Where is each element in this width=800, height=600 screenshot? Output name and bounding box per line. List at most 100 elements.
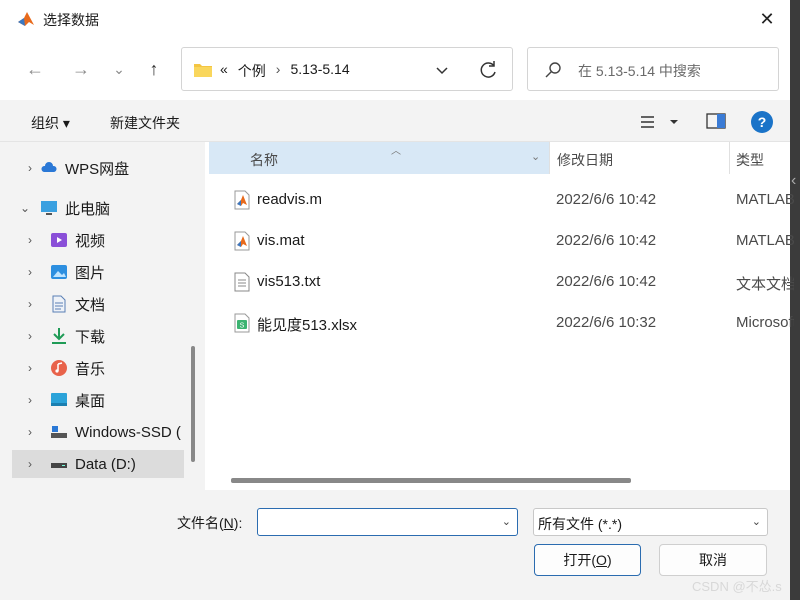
background-window-edge: ‹ (791, 172, 797, 189)
chevron-right-icon[interactable]: › (28, 329, 40, 343)
column-header-name[interactable]: 名称 (209, 142, 549, 174)
breadcrumb-overflow[interactable]: « (220, 61, 228, 81)
chevron-right-icon[interactable]: › (28, 297, 40, 311)
file-row[interactable]: vis.mat 2022/6/6 10:42 MATLAB (209, 223, 794, 259)
dialog-footer: 文件名(N): ⌄ 所有文件 (*.*) ⌄ 打开(O) 取消 (0, 490, 790, 600)
file-name: vis.mat (257, 232, 305, 249)
sidebar-item-data-drive[interactable]: › Data (D:) (12, 450, 184, 478)
up-button[interactable]: ↑ (140, 55, 168, 83)
column-filter-dropdown-icon[interactable]: ⌄ (531, 150, 540, 163)
sidebar-item-label: 桌面 (75, 392, 106, 410)
chevron-right-icon[interactable]: › (28, 161, 40, 175)
watermark: CSDN @不怂.s (692, 579, 782, 594)
sidebar-item-label: WPS网盘 (65, 160, 130, 178)
dialog-title: 选择数据 (43, 12, 99, 28)
cancel-button[interactable]: 取消 (659, 544, 767, 576)
sidebar-item-music[interactable]: › 音乐 (12, 354, 184, 382)
forward-button[interactable]: → (67, 55, 95, 83)
sidebar-item-label: 此电脑 (65, 200, 111, 218)
file-row[interactable]: vis513.txt 2022/6/6 10:42 文本文档 (209, 264, 794, 300)
chevron-right-icon[interactable]: › (28, 361, 40, 375)
file-open-dialog: 选择数据 ✕ ← → ⌄ ↑ « 个例 › 5.13-5.14 在 5.13-5… (0, 0, 794, 600)
file-date: 2022/6/6 10:42 (556, 191, 657, 208)
chevron-right-icon[interactable]: › (28, 233, 40, 247)
file-row[interactable]: S 能见度513.xlsx 2022/6/6 10:32 Microsoft (209, 305, 794, 341)
file-type: 文本文档 (736, 276, 794, 293)
file-row[interactable]: readvis.m 2022/6/6 10:42 MATLAB (209, 182, 794, 218)
music-icon (51, 360, 67, 376)
open-button[interactable]: 打开(O) (534, 544, 641, 576)
column-divider[interactable] (549, 142, 550, 174)
breadcrumb-separator-icon[interactable]: › (276, 61, 281, 81)
sidebar-item-pictures[interactable]: › 图片 (12, 258, 184, 286)
sidebar-item-label: 图片 (75, 264, 106, 282)
chevron-down-icon[interactable]: ⌄ (20, 201, 32, 215)
organize-button[interactable]: 组织 ▾ (31, 113, 70, 133)
chevron-down-icon: ⌄ (113, 60, 125, 77)
column-header-type[interactable]: 类型 (736, 150, 764, 170)
sidebar-item-downloads[interactable]: › 下载 (12, 322, 184, 350)
search-icon (545, 62, 561, 78)
new-folder-button[interactable]: 新建文件夹 (110, 113, 180, 133)
video-icon (51, 233, 67, 247)
close-button[interactable]: ✕ (744, 0, 790, 38)
breadcrumb-item[interactable]: 5.13-5.14 (290, 61, 349, 81)
back-arrow-icon: ← (26, 58, 44, 79)
chevron-right-icon[interactable]: › (28, 425, 40, 439)
matlab-file-icon (234, 231, 250, 251)
address-bar[interactable]: « 个例 › 5.13-5.14 (181, 47, 513, 91)
folder-icon (194, 64, 212, 77)
filetype-value: 所有文件 (*.*) (538, 516, 622, 532)
sidebar-item-wps-cloud[interactable]: › WPS网盘 (12, 154, 184, 182)
file-type: MATLAB (736, 191, 794, 208)
sidebar-item-label: Data (D:) (75, 455, 136, 473)
navigation-bar: ← → ⌄ ↑ « 个例 › 5.13-5.14 在 5.13-5.14 中搜索 (0, 38, 790, 100)
preview-pane-icon[interactable] (706, 113, 726, 129)
chevron-right-icon[interactable]: › (28, 265, 40, 279)
recent-locations-button[interactable]: ⌄ (105, 55, 133, 83)
filetype-select[interactable]: 所有文件 (*.*) ⌄ (533, 508, 768, 536)
sidebar-scrollbar[interactable] (191, 346, 195, 462)
file-name: vis513.txt (257, 273, 321, 290)
breadcrumb: « 个例 › 5.13-5.14 (220, 61, 350, 81)
navigation-pane: › WPS网盘 ⌄ 此电脑 › 视频 › 图片 › 文档 › 下载 › 音乐 ›… (0, 142, 200, 490)
view-options-icon[interactable] (640, 112, 684, 132)
cloud-icon (41, 162, 57, 172)
chevron-down-icon[interactable]: ⌄ (502, 515, 511, 528)
sidebar-item-windows-ssd[interactable]: › Windows-SSD ( (12, 418, 184, 446)
file-type: MATLAB (736, 232, 794, 249)
column-divider[interactable] (729, 142, 730, 174)
computer-icon (41, 201, 57, 215)
chevron-right-icon[interactable]: › (28, 393, 40, 407)
chevron-right-icon[interactable]: › (28, 457, 40, 471)
search-box[interactable]: 在 5.13-5.14 中搜索 (527, 47, 779, 91)
sidebar-item-label: 音乐 (75, 360, 106, 378)
filename-label: 文件名(N): (177, 515, 243, 531)
refresh-icon[interactable] (476, 58, 500, 82)
search-placeholder: 在 5.13-5.14 中搜索 (578, 63, 701, 79)
desktop-icon (51, 393, 67, 406)
sidebar-item-videos[interactable]: › 视频 (12, 226, 184, 254)
matlab-file-icon (234, 190, 250, 210)
column-name-label: 名称 (250, 152, 278, 168)
sidebar-item-desktop[interactable]: › 桌面 (12, 386, 184, 414)
sidebar-item-label: 视频 (75, 232, 106, 250)
horizontal-scrollbar[interactable] (231, 478, 631, 483)
file-date: 2022/6/6 10:42 (556, 273, 657, 290)
column-headers: 名称 ︿ ⌄ 修改日期 类型 (209, 142, 790, 174)
filename-input[interactable]: ⌄ (257, 508, 518, 536)
back-button[interactable]: ← (21, 55, 49, 83)
excel-file-icon: S (234, 313, 250, 333)
file-name: 能见度513.xlsx (257, 317, 358, 334)
breadcrumb-item[interactable]: 个例 (238, 61, 266, 81)
help-button[interactable]: ? (751, 111, 773, 133)
column-header-date[interactable]: 修改日期 (557, 150, 613, 170)
cancel-label: 取消 (699, 552, 727, 568)
help-icon: ? (757, 114, 767, 130)
address-dropdown-icon[interactable] (432, 60, 452, 80)
document-icon (52, 295, 66, 313)
sidebar-item-this-pc[interactable]: ⌄ 此电脑 (12, 194, 184, 222)
sidebar-item-label: 文档 (75, 296, 106, 314)
matlab-icon (18, 12, 34, 26)
sidebar-item-documents[interactable]: › 文档 (12, 290, 184, 318)
